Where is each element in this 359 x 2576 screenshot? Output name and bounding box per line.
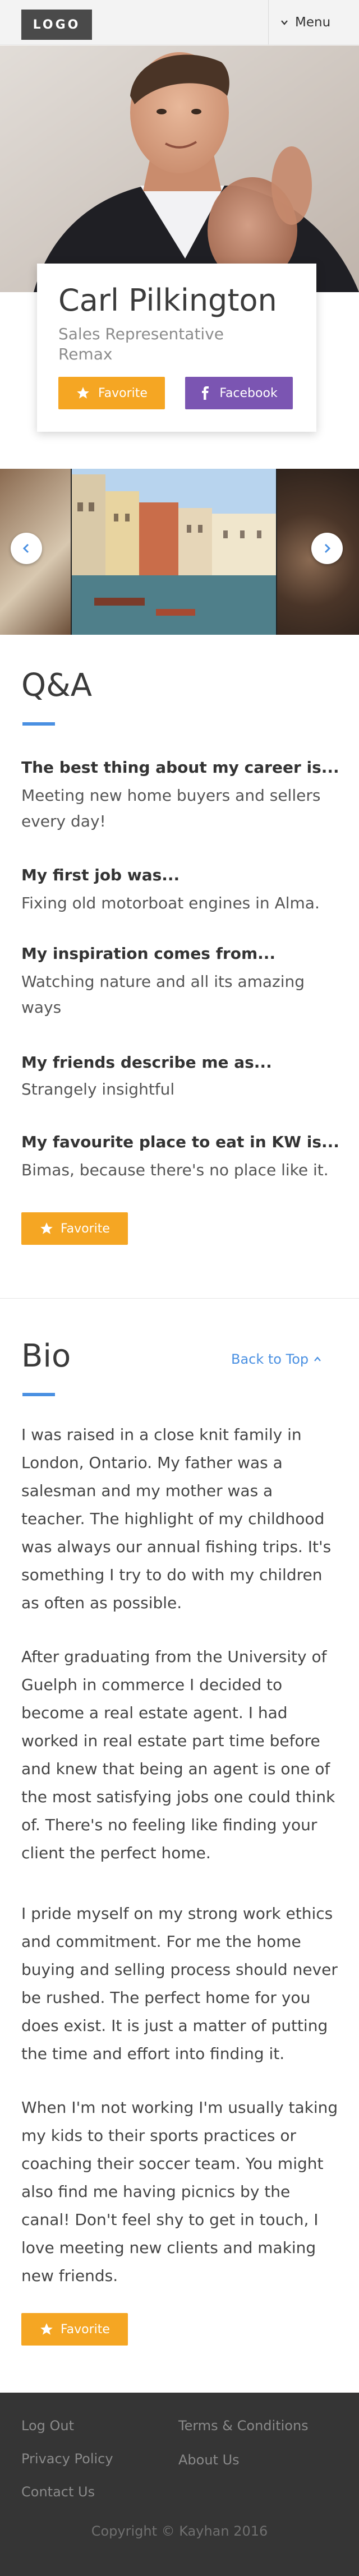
bio-title: Bio — [21, 1338, 71, 1374]
qa-answer-1: Meeting new home buyers and sellers ever… — [21, 786, 321, 830]
bio-paragraph-2: After graduating from the University of … — [21, 1647, 335, 1862]
qa-title-rule — [22, 722, 55, 726]
facebook-icon — [202, 386, 209, 400]
star-icon — [40, 2323, 53, 2335]
qa-answer-4: Strangely insightful — [21, 1080, 175, 1098]
qa-answer-3: Watching nature and all its amazing ways — [21, 972, 305, 1017]
copyright-text: Copyright © Kayhan 2016 — [91, 2523, 268, 2539]
profile-job-title: Sales Representative — [58, 325, 224, 343]
menu-button[interactable]: Menu — [280, 12, 330, 33]
chevron-left-icon — [22, 543, 29, 553]
canal-illustration — [72, 469, 276, 635]
site-header: LOGO Menu — [0, 0, 359, 45]
qa-question-4: My friends describe me as... — [21, 1053, 272, 1072]
qa-question-5: My favourite place to eat in KW is... — [21, 1133, 339, 1151]
qa-question-1: The best thing about my career is... — [21, 758, 339, 777]
qa-question-3: My inspiration comes from... — [21, 944, 276, 963]
qa-answer-2: Fixing old motorboat engines in Alma. — [21, 894, 320, 912]
footer-link-log-out[interactable]: Log Out — [21, 2418, 74, 2434]
footer-link-terms[interactable]: Terms & Conditions — [178, 2418, 309, 2434]
gallery-photo-canal[interactable] — [72, 469, 276, 635]
profile-card: Carl Pilkington Sales Representative Rem… — [37, 264, 316, 432]
hero-photo-illustration — [0, 45, 359, 292]
qa-answer-5: Bimas, because there's no place like it. — [21, 1161, 329, 1179]
facebook-button[interactable]: Facebook — [185, 377, 293, 409]
bio-paragraph-1: I was raised in a close knit family in L… — [21, 1425, 332, 1612]
qa-favorite-label: Favorite — [61, 1221, 110, 1236]
footer-link-privacy-policy[interactable]: Privacy Policy — [21, 2451, 113, 2467]
section-divider — [0, 1298, 359, 1299]
favorite-label: Favorite — [98, 386, 148, 400]
chevron-right-icon — [324, 543, 331, 553]
menu-divider — [268, 0, 269, 45]
gallery-prev-button[interactable] — [11, 533, 42, 564]
menu-label: Menu — [295, 15, 331, 30]
footer-link-contact-us[interactable]: Contact Us — [21, 2484, 95, 2500]
bio-favorite-label: Favorite — [61, 2322, 110, 2337]
footer-link-about-us[interactable]: About Us — [178, 2452, 240, 2468]
chevron-up-icon — [314, 1356, 321, 1361]
facebook-label: Facebook — [219, 386, 278, 400]
logo[interactable]: LOGO — [21, 10, 92, 40]
star-icon — [40, 1222, 53, 1234]
bio-favorite-button[interactable]: Favorite — [21, 2313, 128, 2346]
chevron-down-icon — [281, 20, 288, 25]
photo-gallery[interactable] — [0, 469, 359, 635]
qa-question-2: My first job was... — [21, 866, 180, 884]
bio-title-rule — [22, 1393, 55, 1396]
bio-paragraph-3: I pride myself on my strong work ethics … — [21, 1904, 338, 2063]
bio-paragraph-4: When I'm not working I'm usually taking … — [21, 2098, 338, 2285]
favorite-button[interactable]: Favorite — [58, 377, 165, 409]
star-icon — [77, 387, 89, 399]
back-to-top-link[interactable]: Back to Top — [231, 1351, 322, 1367]
site-footer: Log Out Privacy Policy Contact Us Terms … — [0, 2393, 359, 2576]
gallery-next-button[interactable] — [311, 533, 343, 564]
profile-name: Carl Pilkington — [58, 283, 277, 318]
qa-favorite-button[interactable]: Favorite — [21, 1212, 128, 1245]
profile-title-block: Sales Representative Remax — [58, 324, 294, 364]
hero-photo — [0, 45, 359, 292]
profile-company: Remax — [58, 345, 113, 363]
back-to-top-label: Back to Top — [231, 1351, 309, 1367]
qa-title: Q&A — [21, 667, 93, 704]
